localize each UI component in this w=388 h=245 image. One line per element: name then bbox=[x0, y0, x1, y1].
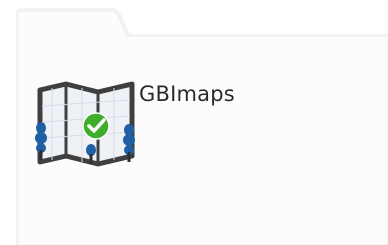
folder-view: GBImaps bbox=[0, 0, 388, 245]
checkmark-circle-icon bbox=[82, 112, 110, 140]
map-check-icon[interactable] bbox=[24, 70, 142, 172]
app-name-label[interactable]: GBImaps bbox=[139, 80, 235, 108]
